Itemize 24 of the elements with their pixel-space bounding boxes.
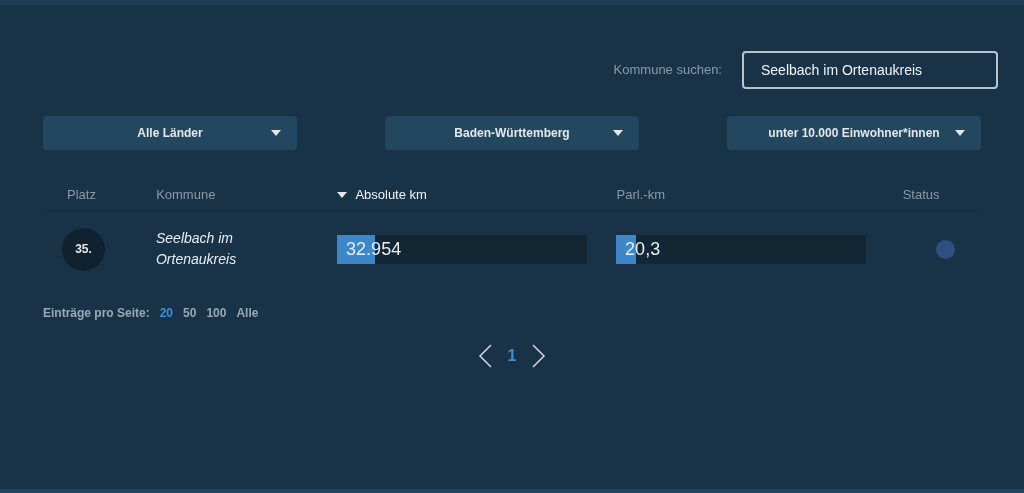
previous-page-icon[interactable]	[477, 344, 492, 368]
page-size-option[interactable]: 100	[206, 304, 227, 322]
caret-icon	[955, 130, 965, 136]
column-header[interactable]: Kommune	[156, 184, 216, 205]
column-header[interactable]: Platz	[67, 184, 96, 205]
filter-dropdown[interactable]: Baden-Württemberg	[385, 116, 639, 150]
page-size-option[interactable]: Alle	[236, 304, 259, 322]
page-size-label: Einträge pro Seite:	[43, 305, 150, 322]
municipality-name: Seelbach im Ortenaukreis	[156, 229, 238, 269]
rank-badge: 35.	[62, 227, 105, 271]
filter-dropdown[interactable]: Alle Länder	[43, 116, 297, 150]
caret-icon	[271, 130, 281, 136]
column-header[interactable]: Status	[902, 184, 940, 205]
next-page-icon[interactable]	[532, 344, 547, 368]
column-header[interactable]: Absolute km	[355, 184, 427, 205]
caret-icon	[613, 130, 623, 136]
caret-icon	[337, 191, 348, 198]
page-size-option[interactable]: 50	[183, 304, 197, 322]
search-label: Kommune suchen:	[613, 61, 722, 80]
filter-dropdown[interactable]: unter 10.000 Einwohner*innen	[727, 116, 981, 150]
page-number[interactable]: 1	[507, 344, 517, 368]
column-header[interactable]: Parl.-km	[616, 184, 665, 205]
page-size-option[interactable]: 20	[159, 304, 174, 322]
search-field[interactable]: Seelbach im Ortenaukreis	[742, 51, 998, 89]
